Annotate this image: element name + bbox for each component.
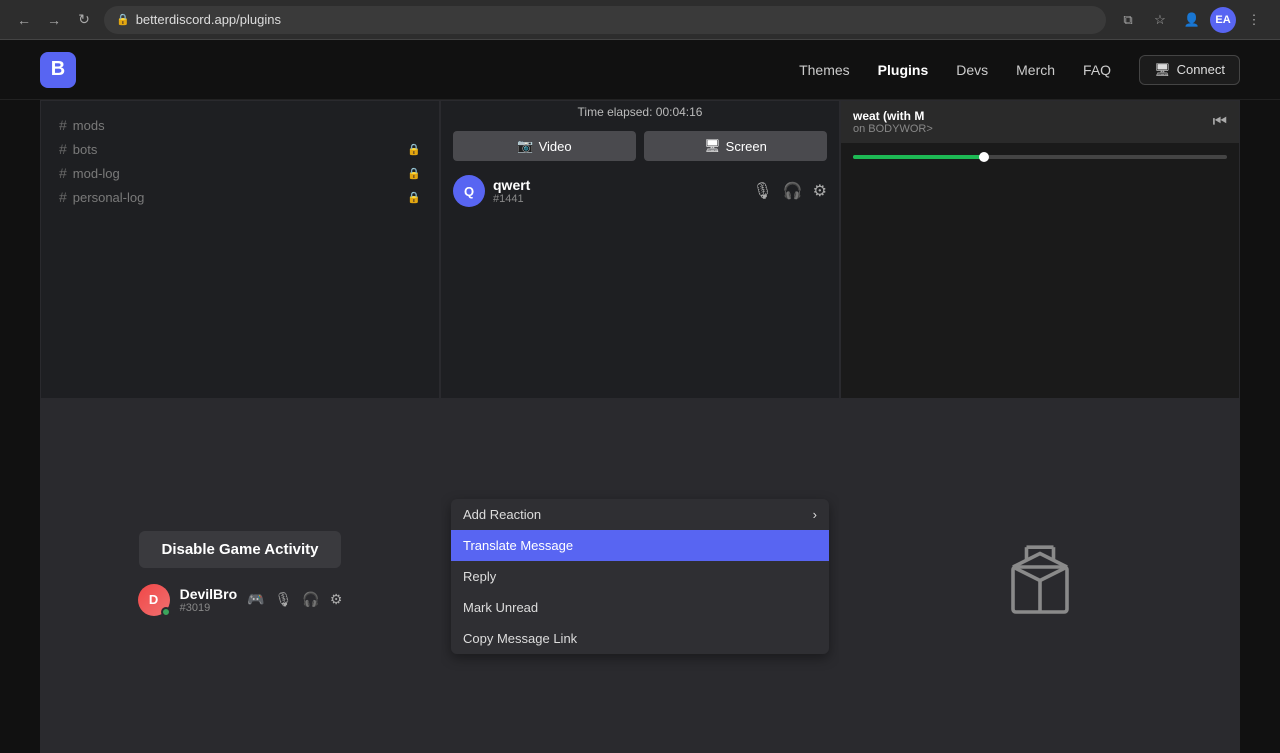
lock-icon: 🔒 (116, 13, 130, 26)
nav-themes[interactable]: Themes (799, 62, 850, 78)
spotify-track: weat (with M (853, 109, 1213, 123)
copy-link-label: Copy Message Link (463, 631, 577, 646)
plugin-card-gat: Disable Game Activity D DevilBro #3019 🎮… (40, 399, 440, 753)
ctc-user-row: Q qwert #1441 🎙 🎧 ⚙ (441, 169, 839, 213)
ctc-avatar: Q (453, 175, 485, 207)
ctc-tag: #1441 (493, 193, 744, 205)
plugin-card-translator: Add Reaction › Translate Message Reply M… (440, 399, 840, 753)
gat-avatar: D (138, 584, 170, 616)
ctc-screen-btn[interactable]: 🖥 Screen (644, 131, 827, 161)
back-button[interactable]: ← (12, 8, 36, 32)
spotify-progress-bar (853, 155, 984, 159)
gat-status-dot (161, 607, 171, 617)
ctc-username: qwert (493, 177, 744, 193)
ctc-video-btn[interactable]: 📷 Video (453, 131, 636, 161)
gamepad-icon: 🎮 (247, 591, 264, 608)
logo-icon: B (40, 52, 76, 88)
site-nav: Themes Plugins Devs Merch FAQ 🖥 Connect (799, 55, 1240, 85)
ctc-elapsed: Time elapsed: 00:04:16 (441, 101, 839, 123)
mic-icon: 🎙 (752, 181, 772, 201)
ctx-reply[interactable]: Reply (451, 561, 829, 592)
ctc-buttons: 📷 Video 🖥 Screen (441, 123, 839, 169)
reply-label: Reply (463, 569, 496, 584)
translate-label: Translate Message (463, 538, 573, 553)
context-menu: Add Reaction › Translate Message Reply M… (451, 499, 829, 654)
nav-plugins[interactable]: Plugins (878, 62, 929, 78)
browser-actions: ⧉ ☆ 👤 EA ⋮ (1114, 6, 1268, 34)
gat-preview: Disable Game Activity D DevilBro #3019 🎮… (41, 400, 439, 752)
headset-icon: 🎧 (783, 181, 803, 201)
browser-nav-buttons: ← → ↻ (12, 8, 96, 32)
channel-item-bots: #bots 🔒 (53, 137, 427, 161)
prev-track-icon[interactable]: ⏮ (1213, 113, 1227, 131)
spotify-thumb (979, 152, 989, 162)
shc-preview: #mods #bots 🔒 #mod-log 🔒 #personal-log 🔒 (41, 101, 439, 398)
connect-label: Connect (1177, 62, 1225, 77)
site-logo: B (40, 52, 76, 88)
spotify-top: weat (with M on BODYWOR> ⏮ (841, 101, 1239, 143)
ctc-user-info: qwert #1441 (493, 177, 744, 205)
nav-merch[interactable]: Merch (1016, 62, 1055, 78)
forward-button[interactable]: → (42, 8, 66, 32)
menu-button[interactable]: ⋮ (1240, 6, 1268, 34)
nav-faq[interactable]: FAQ (1083, 62, 1111, 78)
gat-icons: 🎮 🎙 🎧 ⚙ (247, 591, 342, 608)
bookmark-button[interactable]: ☆ (1146, 6, 1174, 34)
ctc-icons: 🎙 🎧 ⚙ (752, 181, 827, 201)
spotify-controls: ⏮ (1213, 113, 1227, 131)
headset-icon: 🎧 (302, 591, 319, 608)
spotify-preview: weat (with M on BODYWOR> ⏮ (841, 101, 1239, 398)
screen-icon: 🖥 (704, 138, 721, 154)
plugin-card-spotify-controls: weat (with M on BODYWOR> ⏮ SpotifyContro… (840, 100, 1240, 399)
gat-user-row: D DevilBro #3019 🎮 🎙 🎧 ⚙ (124, 578, 357, 622)
main-content: #mods #bots 🔒 #mod-log 🔒 #personal-log 🔒… (0, 100, 1280, 753)
channel-item-modlog: #mod-log 🔒 (53, 161, 427, 185)
channel-item-mods: #mods (53, 113, 427, 137)
profile-icon[interactable]: 👤 (1178, 6, 1206, 34)
extensions-button[interactable]: ⧉ (1114, 6, 1142, 34)
mic-icon: 🎙 (275, 591, 293, 608)
box-icon (995, 531, 1085, 621)
arrow-right-icon: › (813, 507, 817, 522)
video-icon: 📷 (517, 138, 533, 154)
nav-devs[interactable]: Devs (956, 62, 988, 78)
refresh-button[interactable]: ↻ (72, 8, 96, 32)
plugin-card-free-emojis: FreeEmojis by BetterDiscord If you don't… (840, 399, 1240, 753)
plugin-card-show-hidden-channels: #mods #bots 🔒 #mod-log 🔒 #personal-log 🔒… (40, 100, 440, 399)
mark-unread-label: Mark Unread (463, 600, 538, 615)
channel-item-personallog: #personal-log 🔒 (53, 185, 427, 209)
add-reaction-label: Add Reaction (463, 507, 541, 522)
settings-icon: ⚙ (813, 181, 827, 201)
ctx-mark-unread[interactable]: Mark Unread (451, 592, 829, 623)
spotify-album: on BODYWOR> (853, 123, 1213, 135)
plugin-card-call-time-counter: Time elapsed: 00:04:16 📷 Video 🖥 Screen … (440, 100, 840, 399)
browser-avatar[interactable]: EA (1210, 7, 1236, 33)
plugin-grid: #mods #bots 🔒 #mod-log 🔒 #personal-log 🔒… (40, 100, 1240, 753)
fe-preview (841, 400, 1239, 752)
translator-preview: Add Reaction › Translate Message Reply M… (441, 400, 839, 752)
connect-button[interactable]: 🖥 Connect (1139, 55, 1240, 85)
settings-icon: ⚙ (330, 591, 343, 608)
gat-toggle-pill: Disable Game Activity (139, 531, 340, 568)
gat-tag: #3019 (180, 602, 238, 614)
connect-icon: 🖥 (1154, 62, 1171, 78)
ctx-add-reaction[interactable]: Add Reaction › (451, 499, 829, 530)
gat-username: DevilBro (180, 586, 238, 602)
browser-chrome: ← → ↻ 🔒 betterdiscord.app/plugins ⧉ ☆ 👤 … (0, 0, 1280, 40)
address-bar[interactable]: 🔒 betterdiscord.app/plugins (104, 6, 1106, 34)
ctx-copy-link[interactable]: Copy Message Link (451, 623, 829, 654)
site-header: B Themes Plugins Devs Merch FAQ 🖥 Connec… (0, 40, 1280, 100)
ctx-translate[interactable]: Translate Message (451, 530, 829, 561)
gat-user-info: DevilBro #3019 (180, 586, 238, 614)
url-text: betterdiscord.app/plugins (136, 12, 281, 27)
ctc-preview: Time elapsed: 00:04:16 📷 Video 🖥 Screen … (441, 101, 839, 398)
spotify-progress (853, 155, 1227, 159)
